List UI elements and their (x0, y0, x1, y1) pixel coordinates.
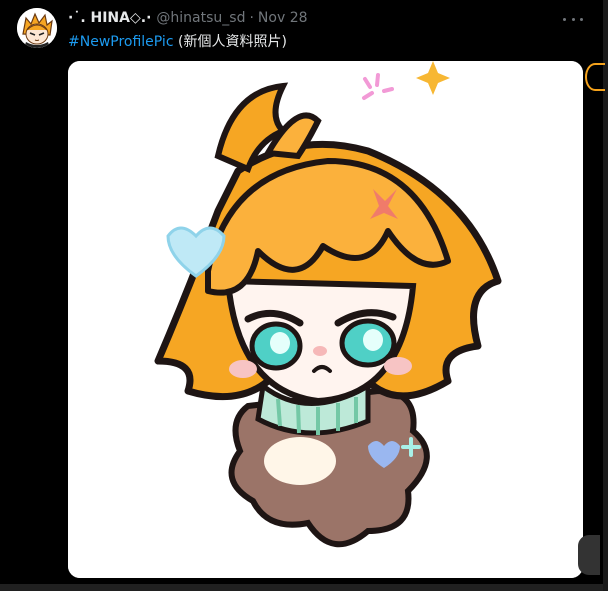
media-image[interactable] (68, 61, 583, 578)
more-dot (580, 17, 583, 21)
frame-bottom-edge (0, 584, 603, 591)
more-dot (563, 17, 566, 21)
header-separator: · (249, 10, 254, 26)
tweet-header: ·˙. HINA◇.· @hinatsu_sd · Nov 28 (68, 9, 308, 27)
more-horizontal-icon[interactable] (563, 12, 583, 26)
scroll-indicator (578, 535, 600, 575)
more-dot (571, 17, 575, 21)
author-name[interactable]: ·˙. HINA◇.· (68, 10, 151, 26)
next-media-peek (585, 63, 605, 91)
tweet-date[interactable]: Nov 28 (258, 10, 308, 26)
author-handle[interactable]: @hinatsu_sd (156, 10, 245, 26)
tweet-text: #NewProfilePic (新個人資料照片) (68, 31, 287, 51)
tweet-text-suffix: (新個人資料照片) (173, 34, 287, 50)
author-avatar[interactable] (17, 8, 57, 48)
hashtag-link[interactable]: #NewProfilePic (68, 34, 174, 50)
